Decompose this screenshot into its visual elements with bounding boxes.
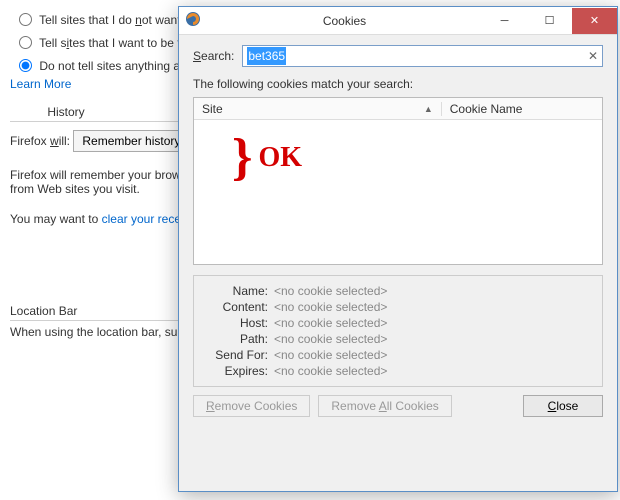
detail-sendfor-key: Send For:	[202, 348, 268, 362]
remove-cookies-button[interactable]: Remove Cookies	[193, 395, 310, 417]
remove-all-cookies-button[interactable]: Remove All Cookies	[318, 395, 451, 417]
detail-name-val: <no cookie selected>	[274, 284, 387, 298]
remove-cookies-ul: R	[206, 399, 215, 413]
radio-want-track-input[interactable]	[19, 36, 32, 49]
firefox-icon	[179, 11, 207, 30]
detail-name-key: Name:	[202, 284, 268, 298]
col-cookie-name[interactable]: Cookie Name	[442, 102, 602, 116]
firefox-will-post: ill:	[59, 134, 70, 148]
firefox-will-label: Firefox will:	[10, 134, 70, 148]
col-site[interactable]: Site ▲	[194, 102, 442, 116]
match-line: The following cookies match your search:	[193, 77, 603, 91]
detail-expires-val: <no cookie selected>	[274, 364, 387, 378]
detail-path-key: Path:	[202, 332, 268, 346]
clear-search-icon[interactable]: ✕	[588, 49, 598, 63]
radio-no-pref-input[interactable]	[19, 59, 32, 72]
col-site-label: Site	[202, 102, 223, 116]
remove-all-post: ll Cookies	[387, 399, 439, 413]
ok-annotation: } OK	[232, 138, 302, 178]
dialog-title: Cookies	[207, 14, 482, 28]
ok-text: OK	[259, 142, 303, 174]
maximize-button[interactable]: ☐	[527, 8, 572, 34]
close-button[interactable]: Close	[523, 395, 603, 417]
brace-icon: }	[232, 138, 253, 178]
cookies-dialog: Cookies ─ ☐ ✕ Search: bet365 ✕ The follo…	[178, 6, 618, 492]
col-cookie-name-label: Cookie Name	[450, 102, 523, 116]
cookie-detail-panel: Name: <no cookie selected> Content: <no co…	[193, 275, 603, 387]
clear-pre: You may want to	[10, 212, 102, 226]
remove-cookies-rest: emove Cookies	[215, 399, 298, 413]
radio-do-not-track-pre: Tell sites that I do	[39, 13, 135, 27]
learn-more-link[interactable]: Learn More	[10, 77, 71, 91]
close-rest: lose	[556, 399, 578, 413]
radio-want-track-pre: Tell s	[39, 36, 66, 50]
remove-all-ul: A	[379, 399, 387, 413]
titlebar[interactable]: Cookies ─ ☐ ✕	[179, 7, 617, 35]
detail-host-val: <no cookie selected>	[274, 316, 387, 330]
search-label-ul: S	[193, 49, 201, 63]
detail-expires-key: Expires:	[202, 364, 268, 378]
search-input[interactable]: bet365 ✕	[242, 45, 603, 67]
radio-do-not-track-ul: n	[135, 13, 142, 27]
close-window-button[interactable]: ✕	[572, 8, 617, 34]
detail-host-key: Host:	[202, 316, 268, 330]
detail-content-val: <no cookie selected>	[274, 300, 387, 314]
radio-do-not-track-input[interactable]	[19, 13, 32, 26]
detail-path-val: <no cookie selected>	[274, 332, 387, 346]
search-label: Search:	[193, 49, 234, 63]
firefox-will-pre: Firefox	[10, 134, 50, 148]
search-input-value: bet365	[247, 47, 286, 65]
detail-content-key: Content:	[202, 300, 268, 314]
cookie-list-body: } OK	[194, 120, 602, 264]
minimize-button[interactable]: ─	[482, 8, 527, 34]
sort-asc-icon: ▲	[424, 104, 433, 114]
cookie-list[interactable]: Site ▲ Cookie Name } OK	[193, 97, 603, 265]
detail-sendfor-val: <no cookie selected>	[274, 348, 387, 362]
cookie-list-header: Site ▲ Cookie Name	[194, 98, 602, 120]
firefox-will-ul: w	[50, 134, 59, 148]
search-label-rest: earch:	[201, 49, 234, 63]
remove-all-pre: Remove	[331, 399, 378, 413]
